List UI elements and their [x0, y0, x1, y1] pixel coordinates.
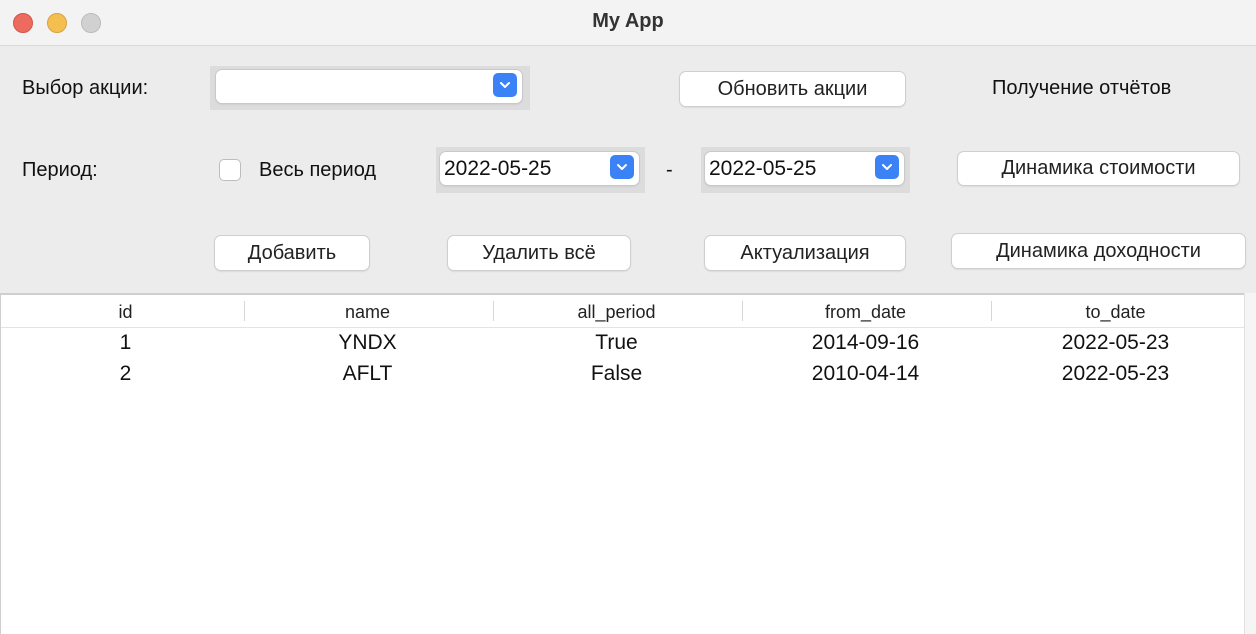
column-header-id[interactable]: id	[1, 302, 250, 323]
chevron-down-icon[interactable]	[875, 155, 899, 179]
chevron-down-icon[interactable]	[493, 73, 517, 97]
cell-to-date: 2022-05-23	[1061, 362, 1170, 385]
cell-from-date: 2010-04-14	[811, 362, 920, 385]
title-bar: My App	[0, 0, 1256, 46]
yield-dynamics-button[interactable]: Динамика доходности	[952, 234, 1245, 268]
date-range-dash: -	[666, 159, 673, 181]
table-row[interactable]: 2 AFLT False 2010-04-14 2022-05-23	[1, 360, 1245, 391]
column-header-all-period[interactable]: all_period	[492, 302, 741, 323]
column-header-from-date[interactable]: from_date	[741, 302, 990, 323]
cell-all-period: False	[590, 362, 643, 385]
from-date-value: 2022-05-25	[444, 157, 552, 180]
table-scrollbar[interactable]	[1244, 293, 1256, 634]
app-window: My App Выбор акции: Обновить акции Получ…	[0, 0, 1256, 634]
from-date-select[interactable]: 2022-05-25	[440, 152, 639, 185]
table-row[interactable]: 1 YNDX True 2014-09-16 2022-05-23	[1, 329, 1245, 360]
cell-name: AFLT	[342, 362, 393, 385]
reports-label: Получение отчётов	[992, 77, 1172, 99]
price-dynamics-button[interactable]: Динамика стоимости	[958, 152, 1239, 185]
update-stocks-button[interactable]: Обновить акции	[680, 72, 905, 106]
column-header-name[interactable]: name	[243, 302, 492, 323]
cell-to-date: 2022-05-23	[1061, 331, 1170, 354]
to-date-container: 2022-05-25	[701, 147, 910, 193]
cell-from-date: 2014-09-16	[811, 331, 920, 354]
stock-combo-container	[210, 66, 530, 110]
stocks-table[interactable]: id name all_period from_date to_date 1 Y…	[0, 293, 1245, 634]
column-header-to-date[interactable]: to_date	[991, 302, 1240, 323]
to-date-value: 2022-05-25	[709, 157, 817, 180]
cell-id: 1	[119, 331, 132, 354]
window-title: My App	[592, 10, 664, 32]
chevron-down-icon[interactable]	[610, 155, 634, 179]
cell-all-period: True	[595, 331, 638, 354]
all-period-checkbox[interactable]	[219, 159, 241, 181]
add-button[interactable]: Добавить	[215, 236, 369, 270]
to-date-select[interactable]: 2022-05-25	[705, 152, 904, 185]
period-label: Период:	[22, 159, 98, 181]
stock-select[interactable]	[216, 70, 522, 103]
actualize-button[interactable]: Актуализация	[705, 236, 905, 270]
cell-name: YNDX	[338, 331, 397, 354]
stock-select-label: Выбор акции:	[22, 77, 149, 99]
delete-all-button[interactable]: Удалить всё	[448, 236, 630, 270]
all-period-label: Весь период	[259, 159, 377, 181]
table-header: id name all_period from_date to_date	[1, 295, 1245, 328]
from-date-container: 2022-05-25	[436, 147, 645, 193]
cell-id: 2	[119, 362, 132, 385]
